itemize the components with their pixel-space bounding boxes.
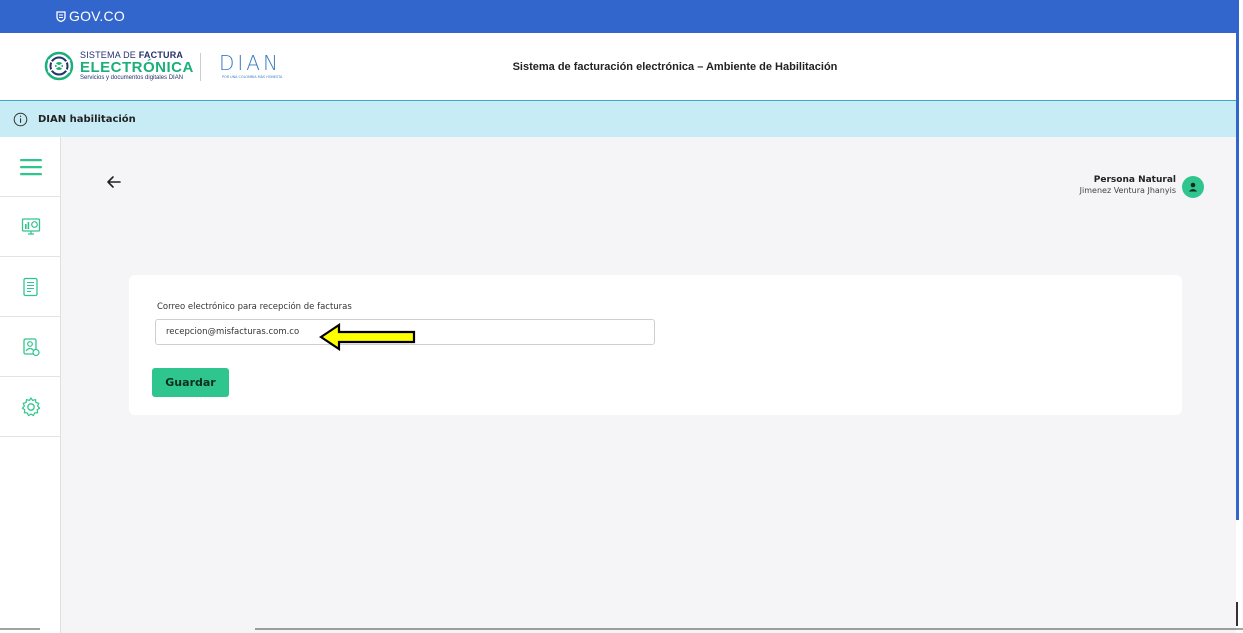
sidebar-item-documents[interactable] [0, 257, 61, 317]
yellow-arrow-annotation [319, 323, 416, 351]
environment-info-bar: DIAN habilitación [0, 101, 1236, 137]
window-edge-mark [1236, 602, 1238, 626]
sidebar-item-users[interactable] [0, 317, 61, 377]
gov-label: GOV.CO [69, 8, 125, 24]
info-icon [13, 112, 28, 127]
page-title: Sistema de facturación electrónica – Amb… [512, 61, 838, 73]
main-content: Persona Natural Jimenez Ventura Jhanyis … [61, 137, 1236, 633]
gov-bar: GOV.CO [0, 0, 1236, 33]
sidebar [0, 137, 61, 633]
user-role: Persona Natural [1093, 175, 1176, 185]
dian-tagline: POR UNA COLOMBIA MÁS HONESTA [222, 74, 283, 79]
user-document-icon [22, 337, 40, 356]
email-settings-card: Correo electrónico para recepción de fac… [129, 275, 1182, 415]
menu-icon [19, 158, 42, 175]
dashboard-monitor-icon [21, 217, 40, 235]
document-icon [22, 277, 38, 296]
sidebar-item-menu[interactable] [0, 137, 61, 197]
sidebar-item-dashboard[interactable] [0, 197, 61, 257]
gov-co-link[interactable]: GOV.CO [56, 8, 125, 24]
back-button[interactable] [105, 173, 123, 196]
logo-line3: Servicios y documentos digitales DIAN [80, 75, 184, 81]
app-window: GOV.CO SISTEMA DE FACTURA ELECTRÓNICA Se… [0, 0, 1243, 633]
user-avatar-icon [1188, 182, 1198, 192]
environment-label: DIAN habilitación [38, 114, 136, 125]
user-name: Jimenez Ventura Jhanyis [1079, 186, 1176, 195]
gov-shield-icon [56, 10, 66, 22]
email-field-label: Correo electrónico para recepción de fac… [157, 302, 352, 312]
bottom-border [0, 628, 1243, 630]
gear-icon [21, 396, 40, 416]
user-info[interactable]: Persona Natural Jimenez Ventura Jhanyis [1079, 175, 1204, 198]
arrow-left-icon [107, 176, 121, 188]
site-header: SISTEMA DE FACTURA ELECTRÓNICA Servicios… [0, 33, 1236, 101]
sidebar-item-settings[interactable] [0, 377, 61, 437]
save-button[interactable]: Guardar [152, 368, 229, 397]
window-edge-line [1236, 0, 1239, 520]
user-avatar[interactable] [1182, 176, 1204, 198]
